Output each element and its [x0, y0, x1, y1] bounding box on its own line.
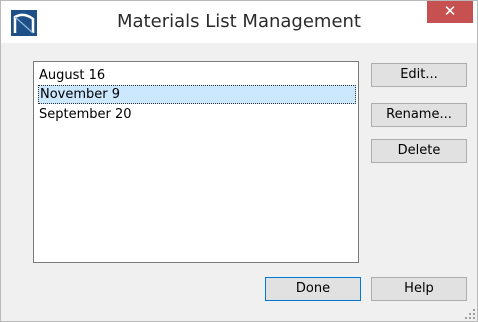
edit-button[interactable]: Edit... [371, 63, 467, 87]
delete-button[interactable]: Delete [371, 139, 467, 163]
title-bar[interactable]: Materials List Management ✕ [1, 1, 477, 43]
close-button[interactable]: ✕ [427, 1, 473, 23]
close-icon: ✕ [443, 2, 457, 20]
materials-list[interactable]: August 16 November 9 September 20 [33, 61, 359, 263]
list-item-selected[interactable]: November 9 [38, 85, 356, 104]
done-button[interactable]: Done [265, 277, 361, 301]
list-item[interactable]: September 20 [38, 105, 356, 124]
rename-button[interactable]: Rename... [371, 103, 467, 127]
resize-grip-icon[interactable] [465, 309, 475, 319]
window-title: Materials List Management [117, 11, 361, 32]
list-item[interactable]: August 16 [38, 66, 356, 85]
help-button[interactable]: Help [371, 277, 467, 301]
dialog-body: August 16 November 9 September 20 Edit..… [9, 43, 469, 313]
dialog-window: Materials List Management ✕ August 16 No… [0, 0, 478, 322]
